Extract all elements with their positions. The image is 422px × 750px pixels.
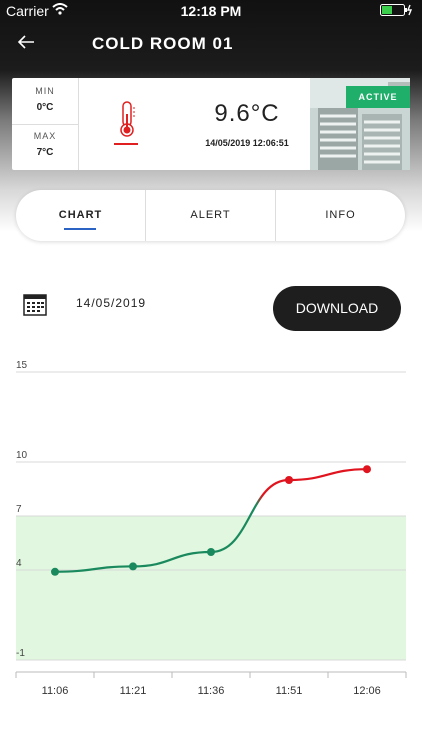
status-badge: ACTIVE bbox=[346, 86, 410, 108]
navigation-bar: COLD ROOM 01 bbox=[0, 22, 422, 66]
battery-icon bbox=[380, 4, 413, 16]
data-point bbox=[207, 548, 215, 556]
min-max-divider bbox=[12, 124, 78, 125]
tab-info[interactable]: INFO bbox=[276, 190, 405, 241]
x-tick-label: 11:06 bbox=[42, 685, 69, 697]
y-tick-label: 4 bbox=[16, 558, 22, 569]
max-block: MAX 7°C bbox=[12, 131, 78, 158]
calendar-icon[interactable] bbox=[23, 293, 47, 317]
sensor-summary-card: MIN 0°C MAX 7°C 9.6°C 14/05/2019 12:06:5… bbox=[12, 78, 410, 170]
max-label: MAX bbox=[33, 131, 57, 141]
data-point bbox=[285, 476, 293, 484]
temperature-chart: -1 4 7 10 15 11:06 11:21 11:36 11:51 12:06 bbox=[15, 360, 407, 697]
min-value: 0°C bbox=[36, 102, 54, 113]
min-block: MIN 0°C bbox=[12, 86, 78, 113]
x-tick-label: 12:06 bbox=[353, 685, 381, 697]
tab-bar: CHART ALERT INFO bbox=[16, 190, 405, 241]
x-tick-label: 11:21 bbox=[120, 685, 147, 697]
back-arrow-icon[interactable] bbox=[14, 30, 38, 54]
data-point bbox=[129, 562, 137, 571]
max-value: 7°C bbox=[36, 147, 54, 158]
x-tick-label: 11:36 bbox=[198, 685, 225, 697]
card-divider bbox=[78, 78, 79, 170]
selected-date[interactable]: 14/05/2019 bbox=[76, 296, 146, 310]
status-bar: Carrier 12:18 PM bbox=[0, 0, 422, 22]
y-tick-label: -1 bbox=[16, 648, 25, 659]
current-temperature: 9.6°C bbox=[214, 100, 280, 127]
thermometer-icon bbox=[120, 101, 135, 137]
x-tick-label: 11:51 bbox=[276, 685, 303, 697]
page-title: COLD ROOM 01 bbox=[92, 34, 234, 53]
series-line-segment bbox=[288, 468, 368, 482]
data-point bbox=[363, 465, 371, 474]
cold-room-photo: ACTIVE bbox=[310, 78, 410, 170]
safe-range-band bbox=[16, 516, 406, 660]
reading-timestamp: 14/05/2019 12:06:51 bbox=[205, 138, 289, 148]
data-point bbox=[51, 567, 59, 576]
download-button[interactable]: DOWNLOAD bbox=[273, 286, 401, 331]
tab-chart[interactable]: CHART bbox=[16, 190, 145, 241]
tab-alert[interactable]: ALERT bbox=[146, 190, 275, 241]
y-tick-label: 15 bbox=[16, 360, 28, 371]
y-tick-label: 7 bbox=[16, 504, 22, 515]
status-time: 12:18 PM bbox=[180, 3, 242, 19]
y-tick-label: 10 bbox=[16, 450, 28, 461]
tab-chart-indicator bbox=[64, 228, 96, 230]
min-label: MIN bbox=[35, 86, 55, 96]
thermometer-underline bbox=[114, 143, 138, 145]
